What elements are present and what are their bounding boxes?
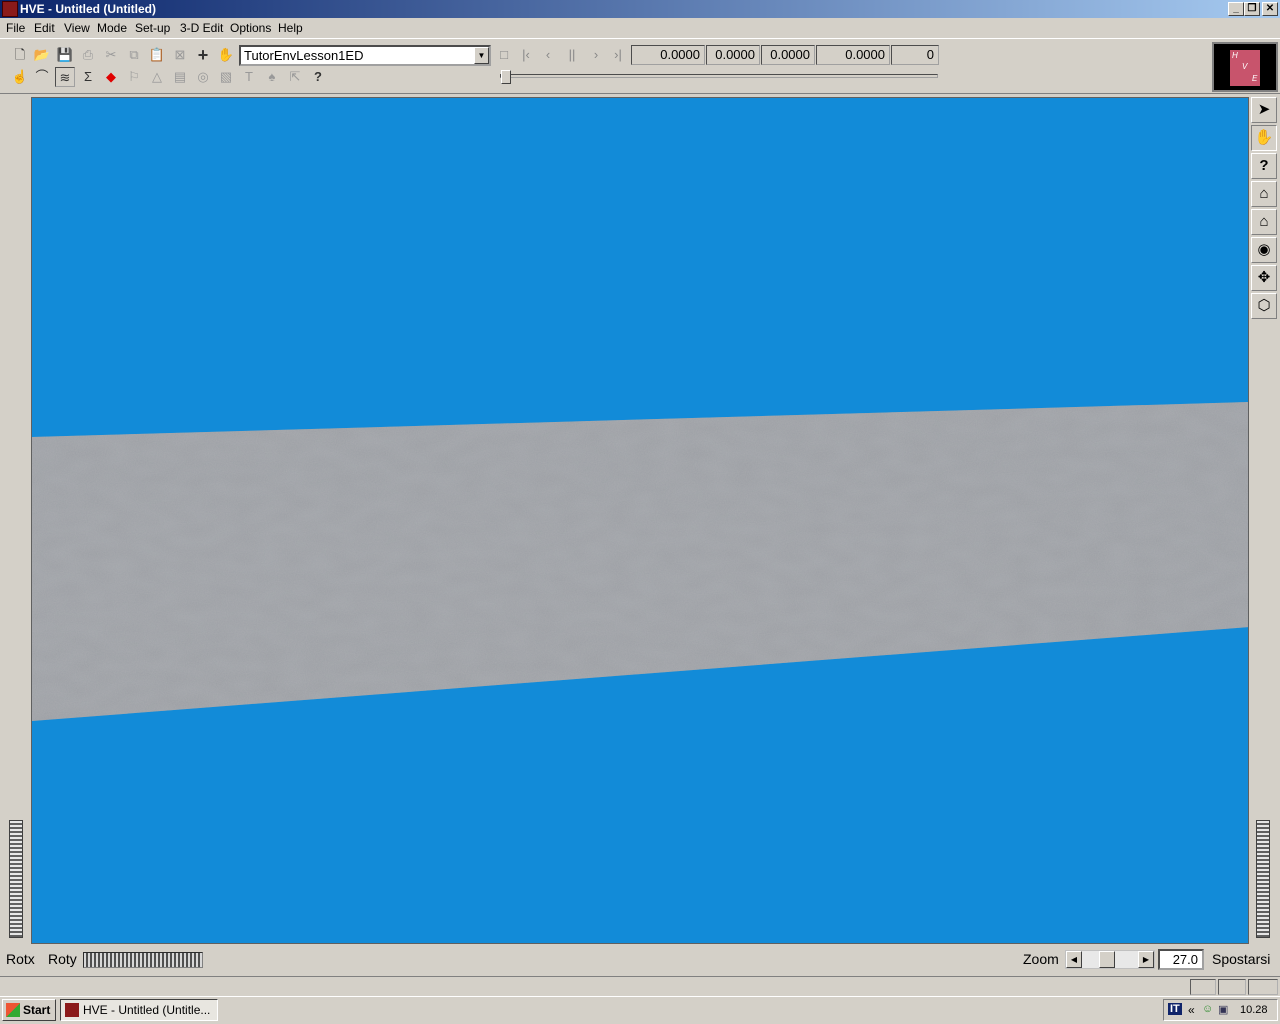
monitor-icon[interactable]: ▣: [1218, 1003, 1228, 1016]
title-bar: HVE - Untitled (Untitled) _ ❐ ✕: [0, 0, 1280, 18]
readout-3: 0.0000: [761, 45, 815, 65]
hand-pan-icon[interactable]: ✋: [1251, 125, 1277, 151]
menu-view[interactable]: View: [64, 21, 90, 35]
help-query-icon[interactable]: ?: [1251, 153, 1277, 179]
app-icon[interactable]: [2, 1, 18, 17]
clock[interactable]: 10.28: [1240, 1004, 1268, 1016]
tree-icon[interactable]: ♠: [262, 67, 282, 87]
flag-icon[interactable]: ⚐: [124, 67, 144, 87]
readout-5: 0: [891, 45, 939, 65]
flip-arrows-icon[interactable]: ◆: [101, 67, 121, 87]
ground-plane: [32, 402, 1248, 721]
menu-mode[interactable]: Mode: [97, 21, 127, 35]
zoom-label: Zoom: [1023, 951, 1059, 967]
pause-icon[interactable]: ||: [562, 45, 582, 65]
menu-3d-edit[interactable]: 3-D Edit: [180, 21, 223, 35]
language-indicator[interactable]: IT: [1168, 1003, 1182, 1015]
windows-flag-icon: [6, 1003, 20, 1017]
zoom-right-arrow-icon[interactable]: ▶: [1138, 951, 1154, 968]
zoom-scrollbar[interactable]: ◀ ▶: [1065, 950, 1155, 969]
status-cell-1: [1190, 979, 1216, 995]
left-panel: [0, 97, 31, 944]
right-vertical-slider[interactable]: [1256, 820, 1270, 938]
scene-name: TutorEnvLesson1ED: [244, 48, 364, 63]
print-icon[interactable]: ⎙: [78, 45, 98, 65]
close-button[interactable]: ✕: [1262, 2, 1278, 16]
menu-options[interactable]: Options: [230, 21, 271, 35]
menu-edit[interactable]: Edit: [34, 21, 55, 35]
copy-icon[interactable]: ⧉: [124, 45, 144, 65]
time-slider-thumb[interactable]: [501, 70, 511, 84]
restore-button[interactable]: ❐: [1244, 2, 1260, 16]
roty-label: Roty: [48, 951, 77, 967]
paste-icon[interactable]: 📋: [147, 45, 167, 65]
start-button[interactable]: Start: [2, 999, 56, 1021]
road-arc-icon[interactable]: ⌒: [32, 67, 52, 87]
zoom-value[interactable]: 27.0: [1158, 949, 1204, 970]
hve-task-icon: [65, 1003, 79, 1017]
save-icon[interactable]: 💾: [55, 45, 75, 65]
grab-hand-icon[interactable]: ✋: [216, 45, 236, 65]
roty-slider[interactable]: [83, 952, 203, 968]
network-user-icon[interactable]: ☺: [1202, 1003, 1213, 1015]
arrow-tool-icon[interactable]: ⇱: [285, 67, 305, 87]
readout-1: 0.0000: [631, 45, 705, 65]
rotx-vertical-slider[interactable]: [9, 820, 23, 938]
home-set-icon[interactable]: ⌂: [1251, 209, 1277, 235]
help-icon[interactable]: ?: [308, 67, 328, 87]
menu-bar: File Edit View Mode Set-up 3-D Edit Opti…: [0, 18, 1280, 38]
zoom-left-arrow-icon[interactable]: ◀: [1066, 951, 1082, 968]
status-bar: [0, 976, 1280, 996]
chevron-down-icon[interactable]: ▼: [474, 47, 489, 64]
sigma-icon[interactable]: Σ: [78, 67, 98, 87]
stop-icon[interactable]: □: [494, 45, 514, 65]
status-cell-2: [1218, 979, 1246, 995]
readout-2: 0.0000: [706, 45, 760, 65]
taskbar-item-hve[interactable]: HVE - Untitled (Untitle...: [60, 999, 218, 1021]
spostarsi-label: Spostarsi: [1212, 951, 1271, 967]
menu-setup[interactable]: Set-up: [135, 21, 170, 35]
window-title: HVE - Untitled (Untitled): [20, 2, 156, 16]
eye-view-icon[interactable]: ◉: [1251, 237, 1277, 263]
barrel-icon[interactable]: ▤: [170, 67, 190, 87]
step-back-icon[interactable]: ‹: [538, 45, 558, 65]
menu-help[interactable]: Help: [278, 21, 303, 35]
readout-4: 0.0000: [816, 45, 890, 65]
zoom-thumb[interactable]: [1099, 951, 1115, 968]
menu-file[interactable]: File: [6, 21, 25, 35]
hve-logo: H V E: [1212, 42, 1278, 92]
minimize-button[interactable]: _: [1228, 2, 1244, 16]
open-folder-icon[interactable]: 📂: [32, 45, 52, 65]
forward-end-icon[interactable]: ›|: [608, 45, 628, 65]
rewind-start-icon[interactable]: |‹: [516, 45, 536, 65]
new-file-icon[interactable]: 🗋: [10, 45, 30, 65]
cut-icon[interactable]: ✂: [101, 45, 121, 65]
sign-icon[interactable]: T: [239, 67, 259, 87]
cone-icon[interactable]: △: [147, 67, 167, 87]
select-arrow-icon[interactable]: ➤: [1251, 97, 1277, 123]
step-forward-icon[interactable]: ›: [586, 45, 606, 65]
rotx-label: Rotx: [6, 951, 35, 967]
add-icon[interactable]: +: [193, 45, 213, 65]
hand-tool-icon[interactable]: ☝: [10, 67, 30, 87]
scene-selector[interactable]: TutorEnvLesson1ED ▼: [239, 45, 491, 66]
time-slider[interactable]: [500, 70, 938, 84]
target-icon[interactable]: ◎: [193, 67, 213, 87]
taskbar: Start HVE - Untitled (Untitle... IT « ☺ …: [0, 996, 1280, 1024]
move-crosshair-icon[interactable]: ✥: [1251, 265, 1277, 291]
terrain-icon[interactable]: ≋: [55, 67, 75, 87]
home-icon[interactable]: ⌂: [1251, 181, 1277, 207]
3d-viewport[interactable]: [31, 97, 1249, 944]
box-icon[interactable]: ▧: [216, 67, 236, 87]
perspective-cube-icon[interactable]: ⬡: [1251, 293, 1277, 319]
status-cell-3: [1248, 979, 1278, 995]
delete-icon[interactable]: ⊠: [170, 45, 190, 65]
system-tray: IT « ☺ ▣ 10.28: [1163, 999, 1278, 1021]
tray-chevron[interactable]: «: [1188, 1003, 1195, 1017]
